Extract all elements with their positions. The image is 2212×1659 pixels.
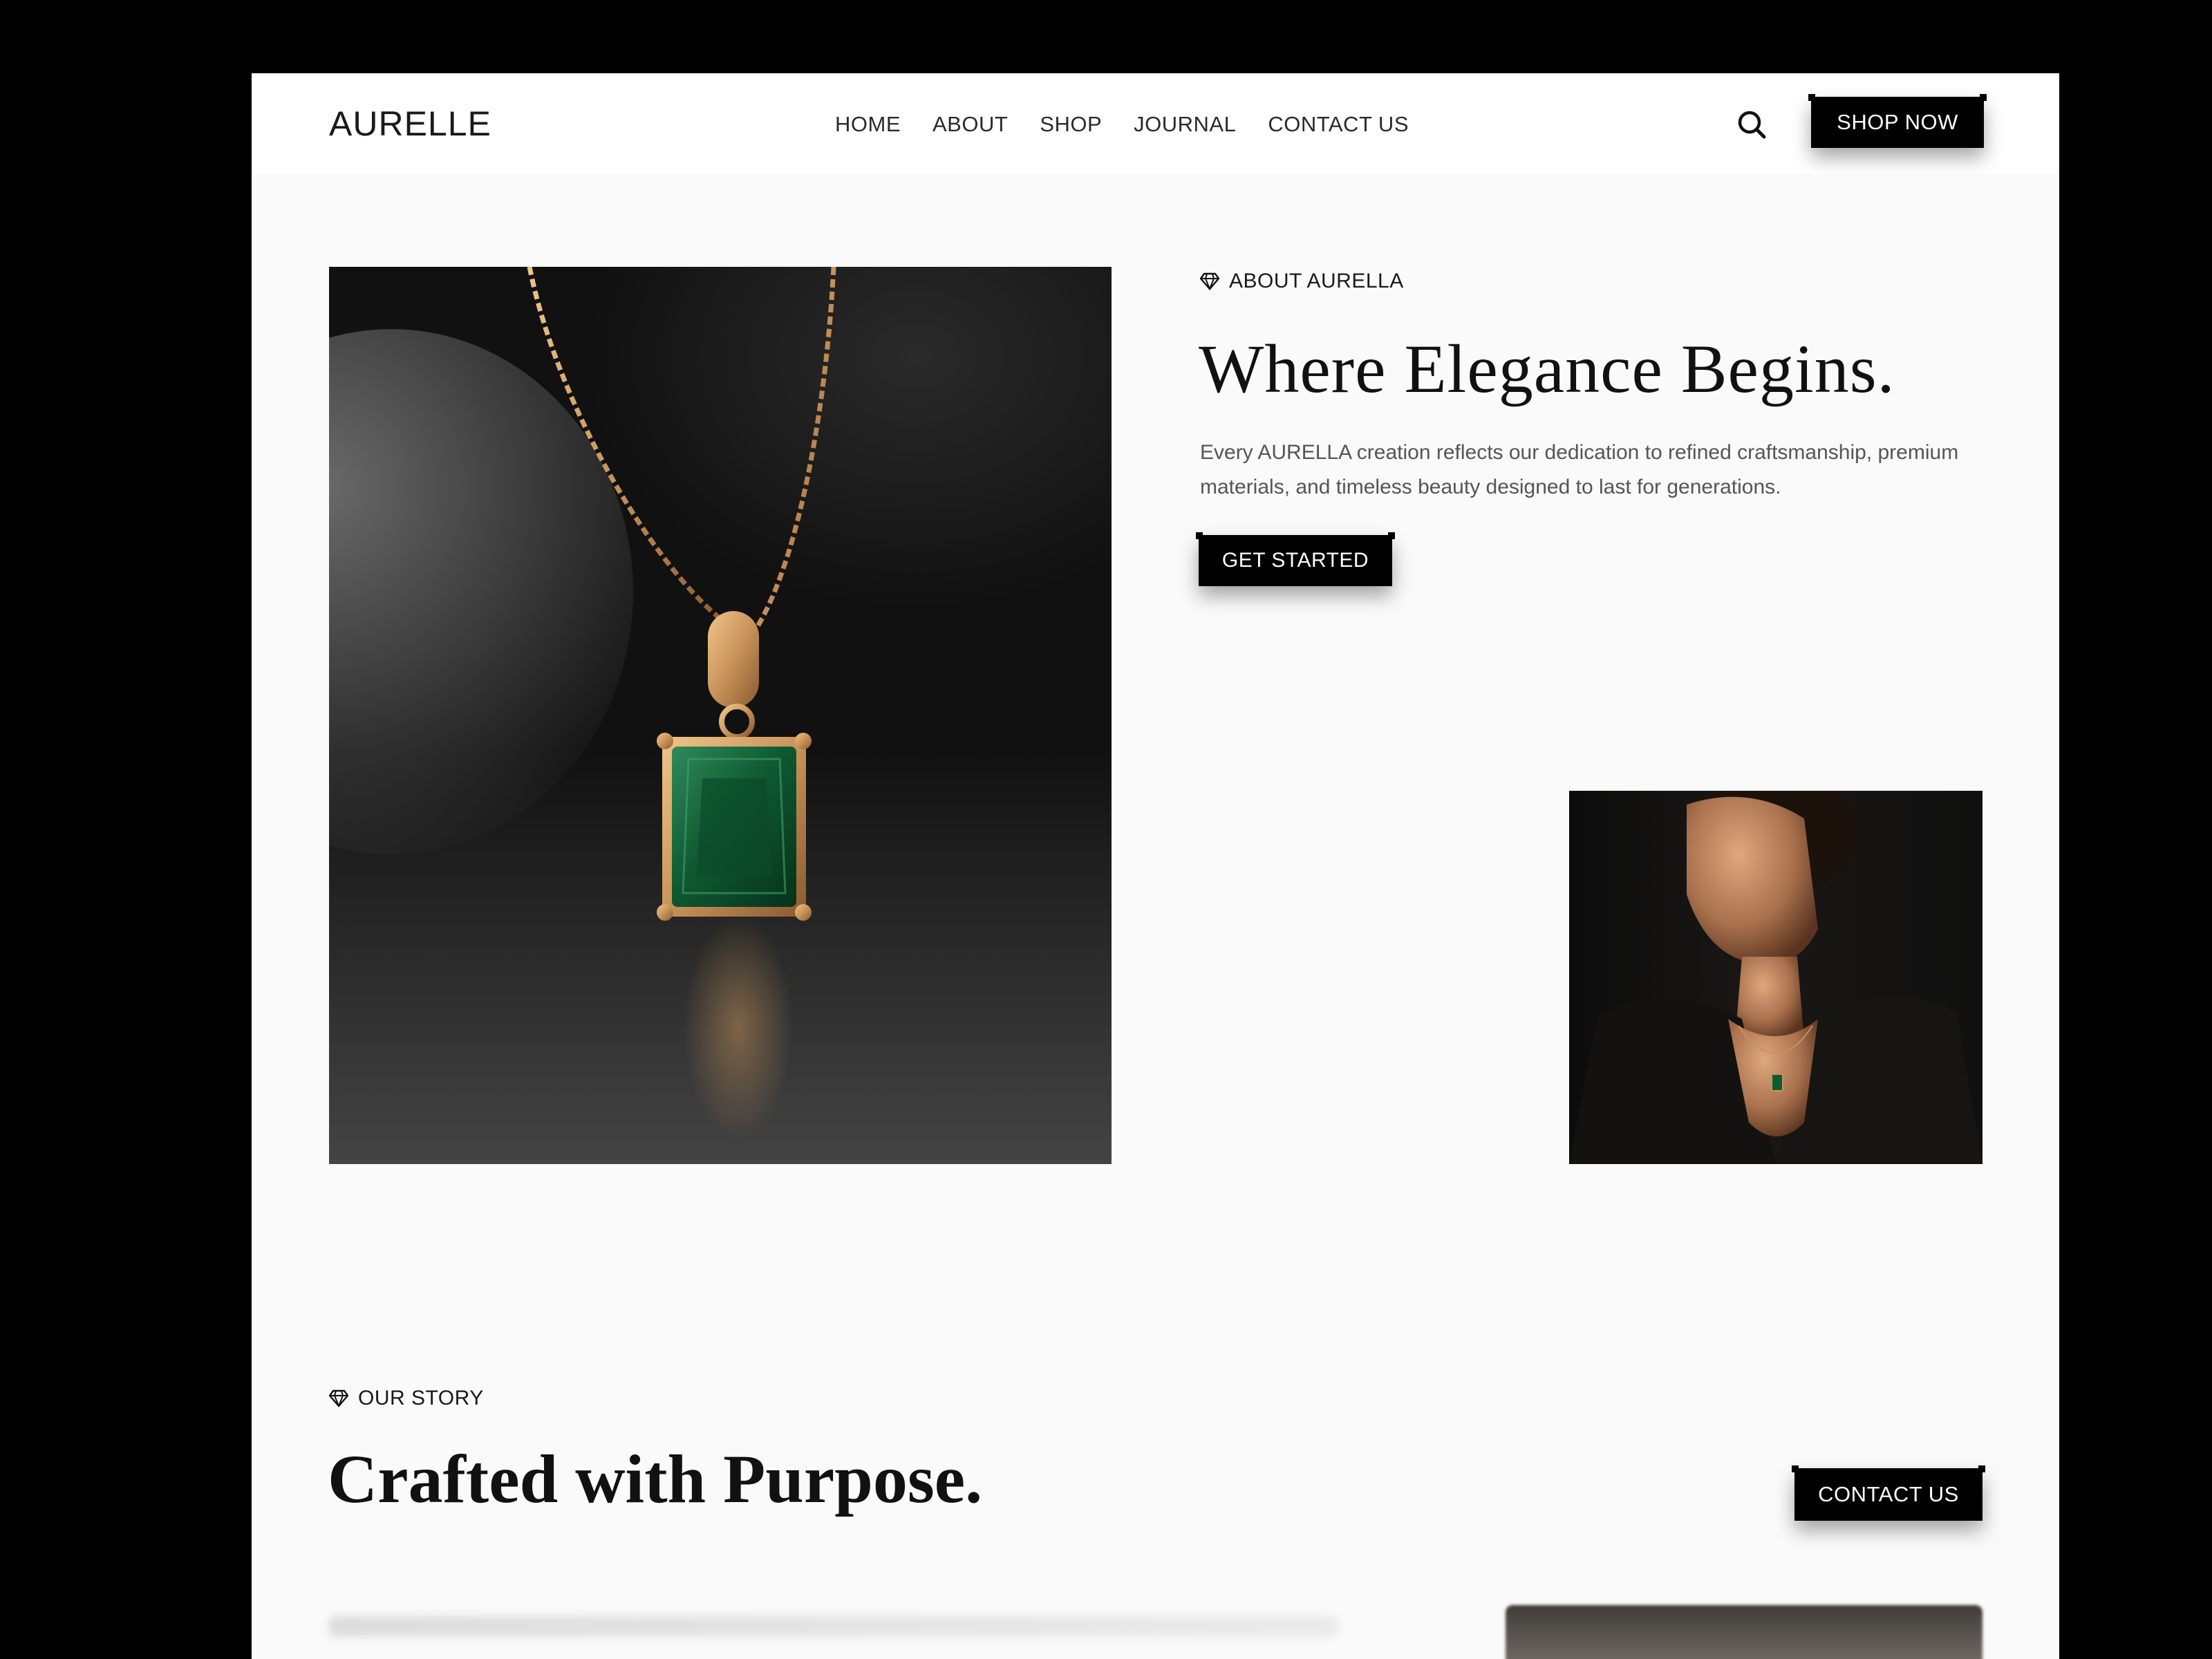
story-title: Crafted with Purpose.: [328, 1441, 983, 1517]
nav-contact-us[interactable]: CONTACT US: [1268, 112, 1409, 137]
bottom-fade: [252, 1539, 2059, 1659]
about-eyebrow-label: ABOUT AURELLA: [1229, 270, 1404, 292]
contact-us-button[interactable]: CONTACT US: [1792, 1465, 1985, 1521]
story-eyebrow-label: OUR STORY: [358, 1387, 484, 1409]
get-started-button[interactable]: GET STARTED: [1196, 532, 1395, 586]
nav-about[interactable]: ABOUT: [932, 112, 1008, 137]
main-nav: HOME ABOUT SHOP JOURNAL CONTACT US: [835, 112, 1409, 137]
about-description: Every AURELLA creation reflects our dedi…: [1200, 441, 1959, 498]
diamond-icon: [329, 1389, 348, 1407]
about-eyebrow: ABOUT AURELLA: [1200, 270, 1404, 293]
model-illustration: [1569, 791, 1983, 1164]
diamond-icon: [1200, 272, 1219, 290]
brand-logo[interactable]: AURELLE: [329, 104, 491, 144]
model-wearing-necklace-image: [1569, 791, 1983, 1164]
site-header: AURELLE HOME ABOUT SHOP JOURNAL CONTACT …: [252, 73, 2059, 174]
nav-home[interactable]: HOME: [835, 112, 901, 137]
about-title: Where Elegance Begins.: [1199, 330, 1895, 407]
nav-journal[interactable]: JOURNAL: [1134, 112, 1236, 137]
necklace-illustration: [527, 267, 836, 1138]
page: AURELLE HOME ABOUT SHOP JOURNAL CONTACT …: [252, 73, 2059, 1659]
search-icon[interactable]: [1734, 106, 1771, 144]
shop-now-button[interactable]: SHOP NOW: [1808, 94, 1987, 148]
nav-shop[interactable]: SHOP: [1040, 112, 1102, 137]
emerald-pendant-image: [329, 267, 1112, 1164]
story-eyebrow: OUR STORY: [329, 1387, 484, 1410]
